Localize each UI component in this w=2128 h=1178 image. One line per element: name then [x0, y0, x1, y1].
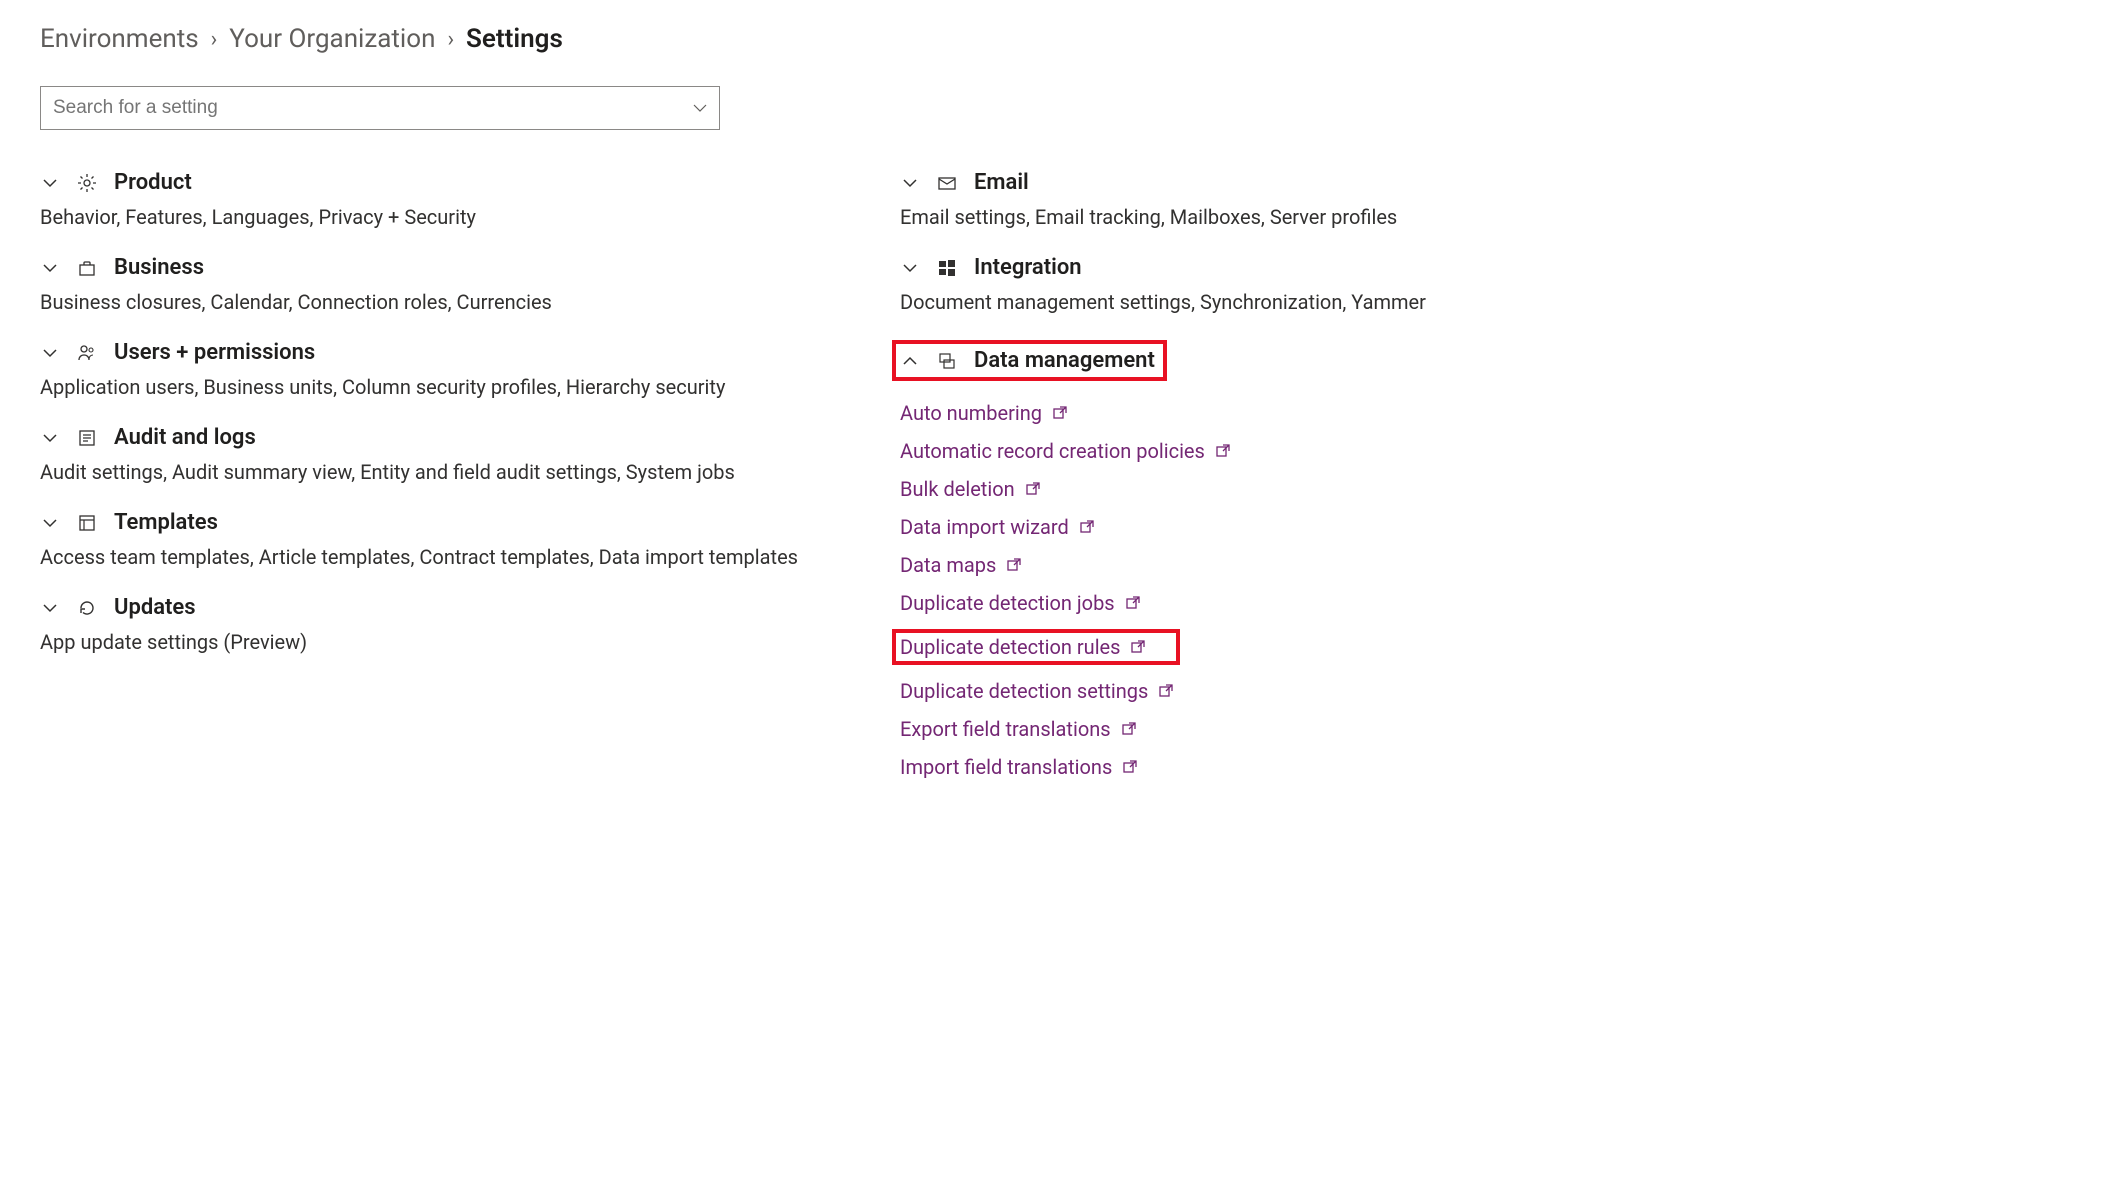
- category-product: Product Behavior, Features, Languages, P…: [40, 170, 860, 229]
- chevron-right-icon: ›: [447, 27, 454, 52]
- category-description: Access team templates, Article templates…: [40, 545, 860, 569]
- category-title: Business: [114, 255, 204, 280]
- external-link-icon: [1215, 443, 1231, 459]
- category-description: Audit settings, Audit summary view, Enti…: [40, 460, 860, 484]
- category-templates: Templates Access team templates, Article…: [40, 510, 860, 569]
- category-header-product[interactable]: Product: [40, 170, 860, 195]
- external-link-icon: [1122, 759, 1138, 775]
- category-title: Updates: [114, 595, 196, 620]
- link-automatic-record-creation[interactable]: Automatic record creation policies: [900, 439, 2088, 463]
- chevron-down-icon: [900, 175, 920, 191]
- link-bulk-deletion[interactable]: Bulk deletion: [900, 477, 2088, 501]
- category-title: Data management: [974, 348, 1155, 373]
- link-duplicate-detection-settings[interactable]: Duplicate detection settings: [900, 679, 2088, 703]
- settings-right-column: Email Email settings, Email tracking, Ma…: [900, 170, 2088, 805]
- chevron-down-icon: [40, 430, 60, 446]
- category-email: Email Email settings, Email tracking, Ma…: [900, 170, 2088, 229]
- breadcrumb-environments[interactable]: Environments: [40, 24, 199, 54]
- link-data-maps[interactable]: Data maps: [900, 553, 2088, 577]
- category-description: Business closures, Calendar, Connection …: [40, 290, 860, 314]
- category-title: Integration: [974, 255, 1082, 280]
- category-audit: Audit and logs Audit settings, Audit sum…: [40, 425, 860, 484]
- category-integration: Integration Document management settings…: [900, 255, 2088, 314]
- category-description: Behavior, Features, Languages, Privacy +…: [40, 205, 860, 229]
- settings-left-column: Product Behavior, Features, Languages, P…: [40, 170, 860, 805]
- category-header-business[interactable]: Business: [40, 255, 860, 280]
- category-updates: Updates App update settings (Preview): [40, 595, 860, 654]
- link-import-field-translations[interactable]: Import field translations: [900, 755, 2088, 779]
- category-header-updates[interactable]: Updates: [40, 595, 860, 620]
- external-link-icon: [1079, 519, 1095, 535]
- category-title: Users + permissions: [114, 340, 315, 365]
- data-management-links: Auto numbering Automatic record creation…: [900, 401, 2088, 779]
- gear-icon: [76, 172, 98, 194]
- external-link-icon: [1125, 595, 1141, 611]
- category-description: Document management settings, Synchroniz…: [900, 290, 2088, 314]
- category-header-data-management[interactable]: Data management: [892, 340, 1167, 381]
- mail-icon: [936, 172, 958, 194]
- chevron-down-icon: [40, 260, 60, 276]
- category-title: Templates: [114, 510, 218, 535]
- category-business: Business Business closures, Calendar, Co…: [40, 255, 860, 314]
- chevron-right-icon: ›: [211, 27, 218, 52]
- category-header-templates[interactable]: Templates: [40, 510, 860, 535]
- breadcrumb-organization[interactable]: Your Organization: [229, 24, 435, 54]
- briefcase-icon: [76, 257, 98, 279]
- database-icon: [936, 350, 958, 372]
- chevron-down-icon: [40, 600, 60, 616]
- category-description: Application users, Business units, Colum…: [40, 375, 860, 399]
- category-header-integration[interactable]: Integration: [900, 255, 2088, 280]
- chevron-down-icon: [40, 175, 60, 191]
- search-input[interactable]: [40, 86, 720, 130]
- list-icon: [76, 427, 98, 449]
- people-icon: [76, 342, 98, 364]
- category-header-users[interactable]: Users + permissions: [40, 340, 860, 365]
- category-title: Product: [114, 170, 192, 195]
- breadcrumb: Environments › Your Organization › Setti…: [40, 24, 2088, 54]
- category-users-permissions: Users + permissions Application users, B…: [40, 340, 860, 399]
- link-duplicate-detection-jobs[interactable]: Duplicate detection jobs: [900, 591, 2088, 615]
- chevron-down-icon: [40, 515, 60, 531]
- link-auto-numbering[interactable]: Auto numbering: [900, 401, 2088, 425]
- link-data-import-wizard[interactable]: Data import wizard: [900, 515, 2088, 539]
- chevron-up-icon: [900, 353, 920, 369]
- link-export-field-translations[interactable]: Export field translations: [900, 717, 2088, 741]
- windows-icon: [936, 257, 958, 279]
- category-description: App update settings (Preview): [40, 630, 860, 654]
- external-link-icon: [1025, 481, 1041, 497]
- category-data-management: Data management Auto numbering Automatic…: [900, 340, 2088, 779]
- category-header-email[interactable]: Email: [900, 170, 2088, 195]
- chevron-down-icon: [40, 345, 60, 361]
- category-header-audit[interactable]: Audit and logs: [40, 425, 860, 450]
- link-duplicate-detection-rules[interactable]: Duplicate detection rules: [892, 629, 1180, 665]
- chevron-down-icon: [900, 260, 920, 276]
- category-description: Email settings, Email tracking, Mailboxe…: [900, 205, 2088, 229]
- breadcrumb-current: Settings: [466, 24, 563, 54]
- category-title: Email: [974, 170, 1029, 195]
- category-title: Audit and logs: [114, 425, 256, 450]
- external-link-icon: [1121, 721, 1137, 737]
- external-link-icon: [1130, 639, 1146, 655]
- template-icon: [76, 512, 98, 534]
- external-link-icon: [1006, 557, 1022, 573]
- search-combobox[interactable]: [40, 86, 720, 130]
- external-link-icon: [1052, 405, 1068, 421]
- external-link-icon: [1158, 683, 1174, 699]
- refresh-icon: [76, 597, 98, 619]
